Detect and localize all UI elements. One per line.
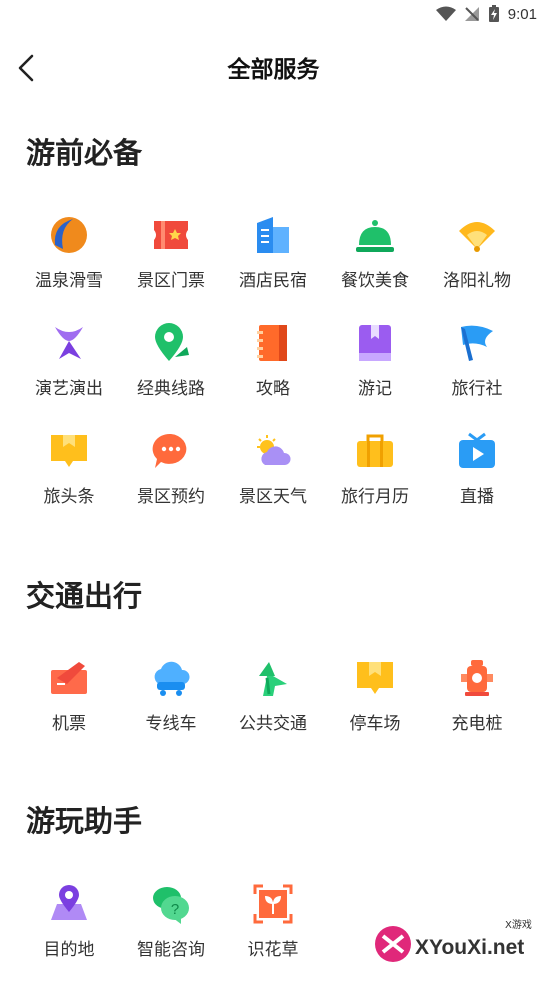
service-label: 旅行社 (451, 379, 503, 399)
service-label: 游记 (358, 379, 392, 399)
service-label: 攻略 (256, 379, 290, 399)
service-label: 目的地 (43, 940, 95, 960)
shuttle-bus-icon (154, 661, 190, 696)
service-hotel[interactable]: 酒店民宿 (222, 215, 324, 315)
service-hot-spring-ski[interactable]: 温泉滑雪 (18, 215, 120, 315)
service-label: 经典线路 (137, 379, 205, 399)
airplane-ticket-icon (51, 662, 87, 694)
section-title-travel-assistant: 游玩助手 (26, 804, 143, 838)
watermark-sub: X游戏 (505, 918, 532, 931)
service-scenic-weather[interactable]: 景区天气 (222, 431, 324, 531)
status-time: 9:01 (507, 5, 537, 23)
guide-book-icon (257, 325, 287, 361)
calendar-bag-icon (357, 434, 393, 467)
dining-icon (356, 220, 394, 252)
service-label: 专线车 (145, 714, 197, 734)
charging-pile-icon (461, 660, 493, 696)
service-label: 酒店民宿 (239, 271, 307, 291)
service-label: 公共交通 (239, 714, 307, 734)
title-bar: 全部服务 (0, 40, 547, 96)
service-label: 旅行月历 (341, 487, 409, 507)
service-label: 温泉滑雪 (35, 271, 103, 291)
page-title: 全部服务 (227, 57, 320, 83)
reservation-chat-icon (152, 433, 187, 468)
watermark-graphic: X游戏 XYouXi.net (375, 918, 532, 962)
ticket-icon (154, 221, 188, 249)
service-luoyang-gift[interactable]: 洛阳礼物 (426, 215, 528, 315)
service-scenic-reservation[interactable]: 景区预约 (120, 431, 222, 531)
service-label: 直播 (460, 487, 494, 507)
service-dining[interactable]: 餐饮美食 (324, 215, 426, 315)
service-label: 景区预约 (137, 487, 205, 507)
service-label: 停车场 (349, 714, 401, 734)
travel-agency-flag-icon (461, 325, 493, 361)
travel-notes-icon (359, 325, 391, 361)
service-destination[interactable]: 目的地 (18, 884, 120, 984)
battery-charging-icon (488, 5, 499, 22)
service-parking[interactable]: 停车场 (324, 658, 426, 758)
service-performance[interactable]: 演艺演出 (18, 323, 120, 423)
watermark-text: XYouXi.net (415, 936, 524, 959)
wifi-icon (435, 6, 456, 21)
service-travel-agency[interactable]: 旅行社 (426, 323, 528, 423)
service-travel-notes[interactable]: 游记 (324, 323, 426, 423)
service-public-transit[interactable]: 公共交通 (222, 658, 324, 758)
watermark-logo: X游戏 XYouXi.net (371, 914, 541, 968)
service-label: 洛阳礼物 (443, 271, 511, 291)
section-title-transportation: 交通出行 (26, 579, 143, 613)
destination-icon (51, 885, 87, 920)
route-icon (155, 323, 189, 361)
service-classic-route[interactable]: 经典线路 (120, 323, 222, 423)
parking-icon (357, 662, 393, 694)
svg-text:?: ? (171, 901, 179, 918)
status-bar: 9:01 (0, 0, 547, 30)
service-travel-calendar[interactable]: 旅行月历 (324, 431, 426, 531)
hotel-icon (257, 217, 289, 253)
weather-icon (257, 435, 291, 465)
plant-recognition-icon (253, 884, 293, 924)
service-charging-pile[interactable]: 充电桩 (426, 658, 528, 758)
smart-consult-icon: ? (153, 887, 189, 924)
service-label: 景区天气 (239, 487, 307, 507)
service-label: 景区门票 (137, 271, 205, 291)
service-label: 演艺演出 (35, 379, 103, 399)
service-label: 餐饮美食 (341, 271, 409, 291)
service-label: 旅头条 (43, 487, 95, 507)
live-tv-icon (459, 432, 495, 468)
service-scenic-ticket[interactable]: 景区门票 (120, 215, 222, 315)
service-plant-recognition[interactable]: 识花草 (222, 884, 324, 984)
no-signal-icon (464, 7, 479, 21)
public-transit-icon (259, 662, 287, 696)
service-label: 识花草 (247, 940, 299, 960)
service-smart-consult[interactable]: ? 智能咨询 (120, 884, 222, 984)
service-shuttle-bus[interactable]: 专线车 (120, 658, 222, 758)
section-title-pre-trip: 游前必备 (26, 136, 143, 170)
service-travel-headline[interactable]: 旅头条 (18, 431, 120, 531)
headline-icon (51, 435, 87, 467)
gift-fan-icon (459, 222, 495, 252)
service-strategy[interactable]: 攻略 (222, 323, 324, 423)
service-live[interactable]: 直播 (426, 431, 528, 531)
service-label: 充电桩 (451, 714, 503, 734)
service-label: 智能咨询 (137, 940, 205, 960)
hot-spring-ski-icon (51, 217, 87, 253)
service-label: 机票 (52, 714, 86, 734)
service-air-ticket[interactable]: 机票 (18, 658, 120, 758)
performance-icon (55, 327, 83, 359)
